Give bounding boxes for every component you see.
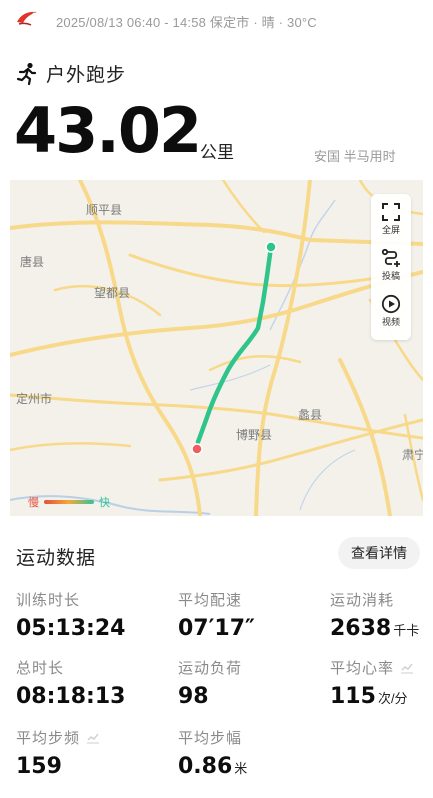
- map-base: [10, 180, 423, 516]
- stat-label: 总时长: [16, 660, 65, 677]
- map-toolbar: 全屏 投稿 视频: [371, 194, 411, 340]
- activity-meta: 2025/08/13 06:40 - 14:58 保定市 · 晴 · 30°C: [56, 15, 317, 30]
- view-details-button[interactable]: 查看详情: [338, 537, 420, 569]
- submit-label: 投稿: [381, 271, 400, 281]
- legend-fast: 快: [99, 497, 110, 509]
- video-label: 视频: [381, 317, 400, 327]
- stat-unit: 千卡: [393, 623, 420, 638]
- stat-value: 2638 千卡: [330, 616, 420, 641]
- stat-value: 08:18:13: [16, 684, 126, 709]
- stat-value: 98: [178, 684, 209, 709]
- map-label-dingzhou: 定州市: [16, 392, 53, 406]
- fullscreen-button[interactable]: 全屏: [371, 202, 411, 236]
- trend-chart-icon: [401, 663, 414, 673]
- trend-chart-icon: [87, 733, 100, 743]
- stat-training-duration: 训练时长 05:13:24: [16, 589, 125, 641]
- fullscreen-label: 全屏: [381, 225, 400, 235]
- stat-unit: 次/分: [377, 691, 408, 706]
- stat-unit: 米: [234, 761, 248, 776]
- pace-legend: 慢 快: [28, 494, 110, 510]
- map-label-tang: 唐县: [20, 255, 45, 269]
- running-icon: [16, 62, 37, 85]
- activity-label: 户外跑步: [46, 65, 127, 86]
- video-button[interactable]: 视频: [371, 294, 411, 328]
- legend-slow: 慢: [28, 497, 39, 509]
- stat-value: 05:13:24: [16, 616, 126, 641]
- activity-type: 户外跑步: [16, 60, 126, 87]
- stat-label: 平均配速: [178, 592, 243, 609]
- stat-label: 平均步幅: [178, 730, 243, 747]
- fullscreen-icon: [382, 203, 400, 221]
- stat-label: 运动负荷: [178, 660, 243, 677]
- map-label-shunping: 顺平县: [86, 203, 123, 217]
- brand-logo-icon: [17, 11, 37, 26]
- stat-training-load: 运动负荷 98: [178, 657, 242, 709]
- stat-label: 平均心率: [330, 657, 414, 678]
- stat-average-cadence[interactable]: 平均步频 159: [16, 727, 100, 779]
- stat-label: 平均步频: [16, 727, 100, 748]
- section-title: 运动数据: [16, 548, 97, 569]
- route-map[interactable]: 顺平县 唐县 望都县 定州市 博野县 蠡县 肃宁 全屏 投稿 视频 慢 快: [10, 180, 423, 516]
- stat-average-pace: 平均配速 07′17″: [178, 589, 255, 641]
- achievement-text: 安国 半马用时: [314, 149, 396, 164]
- map-label-wangdu: 望都县: [94, 286, 131, 300]
- submit-button[interactable]: 投稿: [371, 248, 411, 282]
- stat-total-duration: 总时长 08:18:13: [16, 657, 125, 709]
- stat-label: 运动消耗: [330, 592, 395, 609]
- stat-value: 159: [16, 754, 62, 779]
- top-bar: 2025/08/13 06:40 - 14:58 保定市 · 晴 · 30°C: [0, 0, 433, 42]
- stat-value: 07′17″: [178, 616, 255, 641]
- map-label-boye: 博野县: [236, 428, 273, 442]
- map-label-li: 蠡县: [298, 408, 323, 422]
- legend-gradient-bar: [44, 500, 94, 504]
- stat-label: 训练时长: [16, 592, 81, 609]
- play-icon: [381, 294, 401, 314]
- map-label-su: 肃宁: [402, 448, 423, 462]
- distance-unit: 公里: [200, 143, 234, 162]
- stat-average-heart-rate[interactable]: 平均心率 115 次/分: [330, 657, 414, 709]
- stat-average-stride: 平均步幅 0.86 米: [178, 727, 247, 779]
- stat-value: 0.86 米: [178, 754, 248, 779]
- stat-calories: 运动消耗 2638 千卡: [330, 589, 419, 641]
- stat-value: 115 次/分: [330, 684, 408, 709]
- route-submit-icon: [381, 248, 400, 267]
- distance-value: 43.02: [14, 94, 202, 167]
